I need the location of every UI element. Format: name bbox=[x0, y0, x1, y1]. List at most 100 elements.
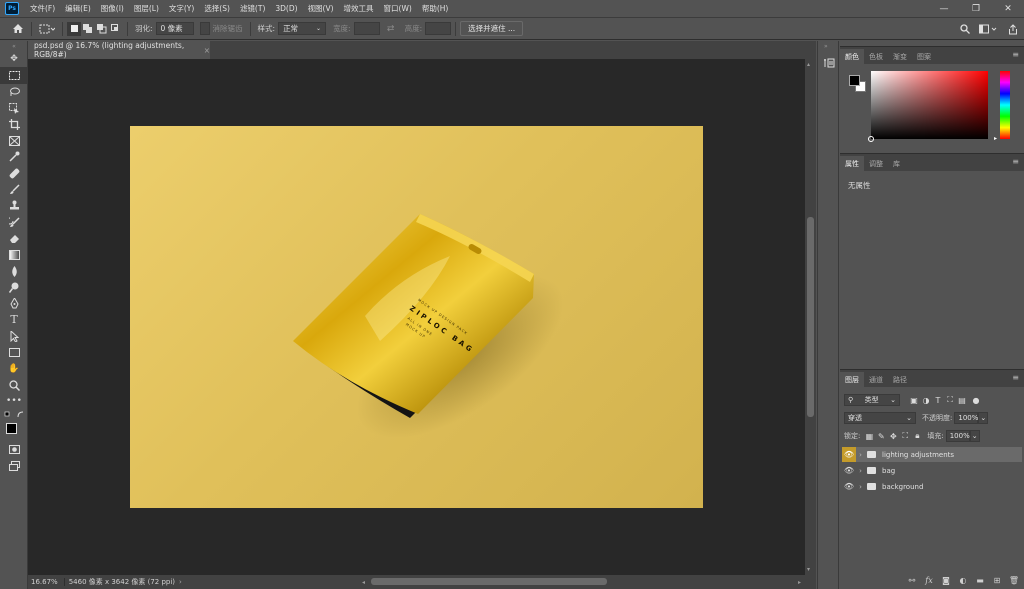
minimize-button[interactable]: — bbox=[928, 0, 960, 18]
move-tool[interactable]: ✥ bbox=[0, 51, 28, 67]
canvas-area[interactable]: MOCK UP DESIGN PACK ZIPLOC BAG ALL IN ON… bbox=[28, 59, 805, 575]
color-picker-field[interactable] bbox=[868, 71, 988, 142]
new-layer-icon[interactable]: ⊞ bbox=[991, 574, 1003, 586]
crop-tool[interactable] bbox=[0, 116, 28, 132]
add-mask-icon[interactable]: ◙ bbox=[940, 574, 952, 586]
vertical-scroll-thumb[interactable] bbox=[807, 217, 814, 417]
new-selection-button[interactable] bbox=[67, 21, 81, 36]
document-tab[interactable]: psd.psd @ 16.7% (lighting adjustments, R… bbox=[28, 41, 210, 59]
intersect-selection-button[interactable] bbox=[109, 22, 123, 36]
menu-view[interactable]: 视图(V) bbox=[303, 3, 339, 14]
menu-edit[interactable]: 编辑(E) bbox=[60, 3, 96, 14]
menu-image[interactable]: 图像(I) bbox=[96, 3, 129, 14]
quick-mask-button[interactable] bbox=[0, 442, 28, 458]
chevron-right-icon[interactable]: › bbox=[856, 483, 865, 491]
menu-select[interactable]: 选择(S) bbox=[199, 3, 235, 14]
tab-channels[interactable]: 通道 bbox=[864, 372, 888, 387]
tab-layers[interactable]: 图层 bbox=[840, 372, 864, 387]
menu-type[interactable]: 文字(Y) bbox=[164, 3, 199, 14]
fill-input[interactable]: 100% bbox=[945, 430, 970, 442]
path-selection-tool[interactable] bbox=[0, 328, 28, 344]
blur-tool[interactable] bbox=[0, 263, 28, 279]
swap-dimensions-button[interactable]: ⇄ bbox=[384, 22, 398, 36]
tab-gradients[interactable]: 渐变 bbox=[888, 49, 912, 64]
visibility-eye-icon[interactable]: 👁︎ bbox=[842, 463, 856, 478]
foreground-color-swatch[interactable] bbox=[6, 422, 17, 434]
filter-toggle-icon[interactable]: ● bbox=[970, 394, 982, 406]
clone-stamp-tool[interactable] bbox=[0, 198, 28, 214]
close-window-button[interactable]: ✕ bbox=[992, 0, 1024, 18]
tab-adjustments[interactable]: 调整 bbox=[864, 156, 888, 171]
fill-dropdown-icon[interactable]: ⌄ bbox=[969, 430, 980, 442]
history-panel-button[interactable] bbox=[823, 57, 835, 69]
more-tools-button[interactable]: ••• bbox=[0, 393, 28, 409]
restore-button[interactable]: ❐ bbox=[960, 0, 992, 18]
lock-pixels-icon[interactable]: ✎ bbox=[875, 430, 887, 442]
menu-3d[interactable]: 3D(D) bbox=[270, 4, 302, 13]
home-button[interactable] bbox=[0, 18, 27, 40]
tab-paths[interactable]: 路径 bbox=[888, 372, 912, 387]
vertical-scrollbar[interactable]: ▴ ▾ bbox=[805, 59, 816, 575]
lock-transparent-icon[interactable]: ▦ bbox=[863, 430, 875, 442]
opacity-dropdown-icon[interactable]: ⌄ bbox=[978, 412, 989, 424]
width-input[interactable] bbox=[353, 22, 380, 35]
workspace-button[interactable] bbox=[978, 22, 1000, 36]
healing-brush-tool[interactable] bbox=[0, 165, 28, 181]
document-canvas[interactable]: MOCK UP DESIGN PACK ZIPLOC BAG ALL IN ON… bbox=[130, 126, 703, 508]
screen-mode-button[interactable] bbox=[0, 458, 28, 474]
dodge-tool[interactable] bbox=[0, 279, 28, 295]
tool-preset-picker[interactable] bbox=[36, 18, 58, 40]
layer-row-background[interactable]: 👁︎ › background bbox=[842, 479, 1022, 494]
tab-libraries[interactable]: 库 bbox=[888, 156, 905, 171]
delete-layer-icon[interactable]: 🗑︎ bbox=[1008, 574, 1020, 586]
link-layers-icon[interactable]: ⚯ bbox=[906, 574, 918, 586]
type-tool[interactable]: T bbox=[0, 312, 28, 328]
antialias-checkbox[interactable] bbox=[199, 22, 210, 35]
color-swatches[interactable] bbox=[0, 420, 28, 442]
rectangle-tool[interactable] bbox=[0, 344, 28, 360]
filter-shape-icon[interactable]: ⛶ bbox=[944, 394, 956, 406]
zoom-tool[interactable] bbox=[0, 377, 28, 393]
foreground-color-chip[interactable] bbox=[849, 75, 860, 86]
filter-adjustment-icon[interactable]: ◑ bbox=[920, 394, 932, 406]
search-button[interactable] bbox=[958, 22, 972, 36]
toolbar-collapse-icon[interactable]: « bbox=[0, 41, 28, 51]
layer-filter-select[interactable]: ⚲ 类型 ⌄ bbox=[844, 394, 900, 406]
frame-tool[interactable] bbox=[0, 132, 28, 148]
menu-help[interactable]: 帮助(H) bbox=[417, 3, 454, 14]
layer-style-icon[interactable]: fx bbox=[923, 574, 935, 586]
hand-tool[interactable]: ✋ bbox=[0, 361, 28, 377]
horizontal-scroll-thumb[interactable] bbox=[371, 578, 607, 585]
filter-pixel-icon[interactable]: ▣ bbox=[908, 394, 920, 406]
marquee-tool[interactable] bbox=[0, 67, 28, 84]
brush-tool[interactable] bbox=[0, 181, 28, 197]
gradient-tool[interactable] bbox=[0, 247, 28, 263]
status-menu-arrow-icon[interactable]: › bbox=[179, 578, 182, 586]
chevron-right-icon[interactable]: › bbox=[856, 467, 865, 475]
feather-input[interactable]: 0 像素 bbox=[155, 22, 194, 35]
blend-mode-select[interactable]: 穿透 ⌄ bbox=[844, 412, 916, 424]
chevron-right-icon[interactable]: › bbox=[856, 451, 865, 459]
subtract-selection-button[interactable] bbox=[95, 22, 109, 36]
layer-row-bag[interactable]: 👁︎ › bag bbox=[842, 463, 1022, 478]
share-button[interactable] bbox=[1006, 22, 1020, 36]
visibility-eye-icon[interactable]: 👁︎ bbox=[842, 447, 856, 462]
history-brush-tool[interactable] bbox=[0, 214, 28, 230]
scroll-left-icon[interactable]: ◂ bbox=[362, 579, 365, 586]
close-tab-icon[interactable]: × bbox=[204, 46, 210, 55]
tab-properties[interactable]: 属性 bbox=[840, 156, 864, 171]
lock-position-icon[interactable]: ✥ bbox=[887, 430, 899, 442]
scroll-up-icon[interactable]: ▴ bbox=[807, 61, 810, 68]
filter-smart-object-icon[interactable]: ▤ bbox=[956, 394, 968, 406]
menu-file[interactable]: 文件(F) bbox=[25, 3, 60, 14]
new-adjustment-icon[interactable]: ◐ bbox=[957, 574, 969, 586]
tab-patterns[interactable]: 图案 bbox=[912, 49, 936, 64]
lock-all-icon[interactable]: 🔒︎ bbox=[911, 430, 923, 442]
tab-color[interactable]: 颜色 bbox=[840, 49, 864, 64]
hue-slider-handle-icon[interactable]: ▸ bbox=[994, 135, 997, 142]
select-and-mask-button[interactable]: 选择并遮住 ... bbox=[460, 21, 524, 36]
add-selection-button[interactable] bbox=[81, 22, 95, 36]
panel-menu-icon[interactable]: ≡ bbox=[1012, 50, 1019, 59]
scroll-down-icon[interactable]: ▾ bbox=[807, 566, 810, 573]
filter-type-icon[interactable]: T bbox=[932, 394, 944, 406]
